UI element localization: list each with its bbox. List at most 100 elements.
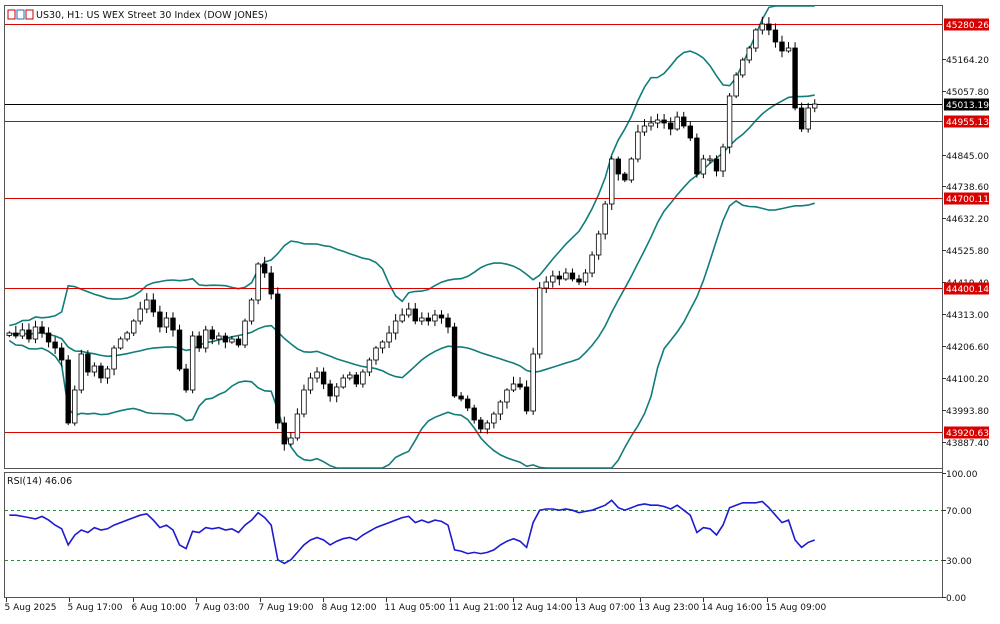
candle (347, 371, 353, 381)
candle (196, 331, 202, 352)
candle (301, 384, 307, 418)
candle (615, 156, 621, 181)
candle (510, 376, 517, 393)
rsi-tick-label: 30.00 (946, 557, 972, 567)
candle (550, 270, 556, 288)
candle (720, 143, 726, 177)
candle (635, 124, 641, 163)
rsi-label: RSI(14) 46.06 (7, 476, 72, 487)
candle (85, 350, 91, 376)
candle (812, 99, 818, 113)
rsi-tick-label: 0.00 (946, 594, 966, 604)
candle (281, 416, 287, 451)
time-tick-label: 7 Aug 03:00 (195, 603, 250, 613)
price-tick-label: 44313.00 (946, 311, 989, 321)
candle (419, 312, 425, 325)
candle (203, 325, 209, 353)
chart-window-icon (7, 9, 34, 20)
time-tick-label: 15 Aug 09:00 (766, 603, 827, 613)
time-tick-label: 13 Aug 07:00 (575, 603, 636, 613)
candle (805, 102, 811, 133)
time-tick-label: 8 Aug 12:00 (322, 603, 377, 613)
rsi-plot-frame (4, 472, 943, 598)
candle (13, 325, 19, 339)
candle (334, 383, 340, 403)
rsi-line (9, 499, 815, 565)
price-tick-label: 43887.40 (946, 439, 989, 449)
candle (45, 327, 52, 348)
price-tick-label: 44632.20 (946, 215, 989, 225)
candle (726, 93, 733, 154)
candle (406, 302, 412, 318)
candle (78, 349, 84, 394)
candle (65, 355, 71, 426)
candle (248, 297, 255, 325)
price-tick-label: 44100.20 (946, 375, 989, 385)
candle (425, 312, 432, 326)
candle (399, 308, 405, 324)
candle (32, 320, 39, 344)
candle (622, 171, 628, 183)
candle (602, 201, 608, 240)
candle (72, 385, 78, 426)
candle (543, 276, 549, 294)
level-price-text: 43920.63 (946, 429, 989, 439)
candle (491, 411, 497, 429)
candle (39, 321, 45, 338)
candle (137, 301, 143, 325)
candle (785, 42, 792, 53)
candle (340, 374, 346, 389)
candle (537, 282, 543, 359)
candle (595, 230, 602, 260)
candle (733, 72, 739, 99)
candle (150, 293, 157, 317)
candle (353, 372, 360, 387)
candle (163, 312, 170, 333)
bollinger-lower-band (8, 199, 815, 469)
candle (458, 392, 464, 402)
candle (569, 268, 576, 282)
candle (530, 347, 536, 415)
candle (746, 45, 752, 64)
candle (183, 363, 189, 393)
candle (307, 372, 314, 394)
candle (366, 357, 373, 377)
candle (798, 102, 805, 132)
candle (117, 336, 124, 350)
candle (379, 340, 386, 354)
horizontal-levels[interactable] (5, 24, 942, 433)
candle (497, 399, 504, 420)
candle (216, 332, 222, 345)
candle (753, 28, 759, 52)
level-price-text: 44400.14 (946, 285, 989, 295)
level-price-label: 44400.14 (944, 282, 989, 295)
candle (360, 369, 366, 388)
candle (261, 256, 268, 278)
price-chart[interactable]: US30, H1: US WEX Street 30 Index (DOW JO… (0, 0, 1000, 620)
bollinger-middle-band (9, 94, 815, 379)
rsi-indicator (5, 499, 942, 565)
level-price-label: 45280.26 (944, 18, 989, 31)
candle (563, 268, 569, 281)
candle (268, 266, 274, 300)
candle (104, 366, 111, 384)
rsi-axis: 100.00 70.00 30.00 0.00 (942, 470, 978, 604)
price-tick-label: 44206.60 (946, 343, 989, 353)
candle (667, 117, 674, 136)
candles (6, 16, 818, 451)
time-tick-label: 5 Aug 2025 (5, 603, 57, 613)
candle (766, 17, 772, 36)
time-tick-label: 12 Aug 14:00 (512, 603, 573, 613)
candle (674, 111, 680, 131)
candle (576, 274, 582, 285)
candle (438, 310, 445, 324)
candle (523, 380, 530, 415)
candle (484, 420, 490, 434)
candle (772, 23, 779, 48)
level-price-text: 44700.11 (946, 195, 989, 205)
candle (451, 322, 458, 398)
candle (144, 293, 150, 314)
candle (517, 377, 523, 390)
candle (687, 121, 693, 141)
candle (98, 362, 104, 384)
